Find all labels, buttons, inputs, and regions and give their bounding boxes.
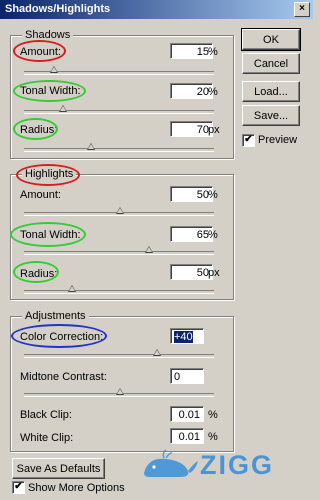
preview-label: Preview (258, 134, 298, 146)
highlights-radius-unit: px (208, 267, 220, 279)
highlights-amount-unit: % (208, 189, 218, 201)
color-correction-value: +40 (174, 331, 193, 343)
close-icon[interactable]: × (294, 2, 310, 17)
highlights-red-highlight (16, 164, 80, 186)
shadows-radius-unit: px (208, 124, 220, 136)
shadows-radius-thumb[interactable] (87, 143, 95, 150)
shadows-amount-thumb[interactable] (50, 66, 58, 73)
whale-icon (144, 449, 198, 477)
highlights-radius-thumb[interactable] (68, 285, 76, 292)
color-correction-blue-highlight (11, 324, 107, 348)
highlights-amount-label: Amount: (20, 189, 61, 201)
color-correction-thumb[interactable] (153, 349, 161, 356)
shadows-legend: Shadows (22, 29, 74, 41)
midtone-contrast-label: Midtone Contrast: (20, 371, 107, 383)
color-correction-field[interactable]: +40 (170, 328, 204, 344)
highlights-tonal-width-field[interactable]: 65 (170, 226, 213, 242)
save-as-defaults-button[interactable]: Save As Defaults (12, 458, 105, 479)
highlights-radius-field[interactable]: 50 (170, 264, 213, 280)
shadows-tonal-width-thumb[interactable] (59, 105, 67, 112)
preview-checkbox[interactable]: ✔ (242, 134, 255, 147)
tonal-width-green-highlight (13, 80, 86, 102)
highlights-amount-field[interactable]: 50 (170, 186, 213, 202)
highlights-amount-thumb[interactable] (116, 207, 124, 214)
shadows-amount-field[interactable]: 15 (170, 43, 213, 59)
black-clip-unit: % (208, 409, 218, 421)
show-more-options-label: Show More Options (28, 482, 125, 494)
black-clip-field[interactable]: 0.01 (170, 406, 204, 422)
radius-green-highlight (13, 118, 58, 140)
show-more-options-checkbox[interactable]: ✔ (12, 481, 25, 494)
save-button[interactable]: Save... (242, 105, 300, 126)
watermark-text: ZIGG (200, 450, 274, 480)
midtone-contrast-thumb[interactable] (116, 388, 124, 395)
highlights-tonal-width-slider[interactable] (24, 251, 214, 255)
midtone-contrast-field[interactable]: 0 (170, 368, 204, 384)
adjustments-legend: Adjustments (22, 310, 89, 322)
black-clip-label: Black Clip: (20, 409, 72, 421)
cancel-button[interactable]: Cancel (242, 53, 300, 74)
color-correction-slider[interactable] (24, 354, 214, 358)
load-button[interactable]: Load... (242, 81, 300, 102)
shadows-tonal-width-slider[interactable] (24, 110, 214, 114)
amount-red-highlight (13, 40, 66, 62)
shadows-tonal-width-unit: % (208, 86, 218, 98)
highlights-tonal-width-unit: % (208, 229, 218, 241)
shadows-radius-slider[interactable] (24, 148, 214, 152)
radius-green-highlight-2 (13, 261, 59, 283)
white-clip-label: White Clip: (20, 432, 74, 444)
tonal-width-green-highlight-2 (10, 222, 86, 247)
window-title: Shadows/Highlights (5, 3, 111, 15)
title-bar: Shadows/Highlights × (0, 0, 313, 19)
white-clip-field[interactable]: 0.01 (170, 428, 204, 444)
shadows-amount-unit: % (208, 46, 218, 58)
highlights-radius-slider[interactable] (24, 290, 214, 294)
shadows-tonal-width-field[interactable]: 20 (170, 83, 213, 99)
highlights-tonal-width-thumb[interactable] (145, 246, 153, 253)
shadows-radius-field[interactable]: 70 (170, 121, 213, 137)
ok-button[interactable]: OK (241, 28, 301, 51)
white-clip-unit: % (208, 431, 218, 443)
